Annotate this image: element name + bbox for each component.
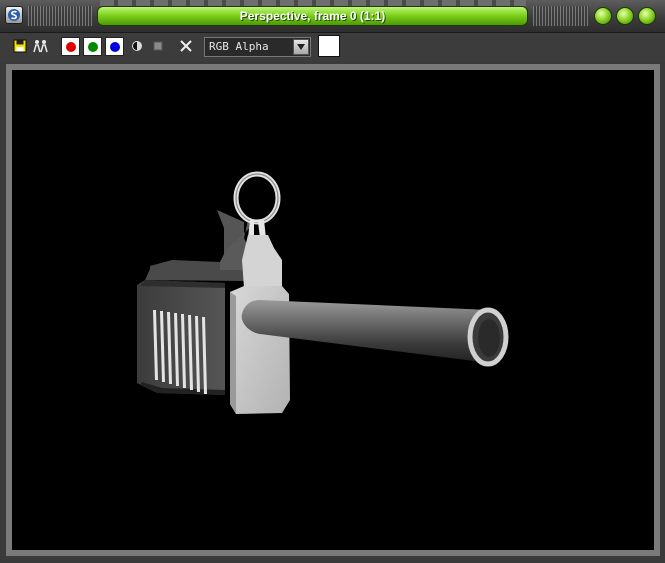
maximize-button[interactable] [616,7,634,25]
channel-display-dropdown[interactable]: RGB Alpha [204,37,311,57]
chevron-down-icon[interactable] [293,39,309,55]
title-grip [28,6,92,26]
green-channel-button[interactable] [83,37,102,56]
title-bar[interactable]: Perspective, frame 0 (1:1) [0,0,665,33]
save-icon[interactable] [10,36,30,56]
monochrome-icon[interactable] [127,36,147,56]
title-pill: Perspective, frame 0 (1:1) [97,6,528,26]
blue-channel-icon [109,41,120,52]
channel-display-value: RGB Alpha [209,40,269,53]
frame-buffer-toolbar: RGB Alpha [0,33,665,61]
blue-channel-button[interactable] [105,37,124,56]
title-grip-right [533,6,589,26]
window-title: Perspective, frame 0 (1:1) [239,9,386,23]
red-channel-icon [65,41,76,52]
app-logo-icon[interactable] [5,6,23,24]
minimize-button[interactable] [594,7,612,25]
green-channel-icon [87,41,98,52]
clear-icon[interactable] [176,36,196,56]
rendered-gun-model [137,171,509,414]
render-viewport[interactable] [12,70,654,550]
clone-icon[interactable] [31,36,51,56]
alpha-toggle-icon[interactable] [148,36,168,56]
red-channel-button[interactable] [61,37,80,56]
close-button[interactable] [638,7,656,25]
background-color-swatch[interactable] [318,35,340,57]
